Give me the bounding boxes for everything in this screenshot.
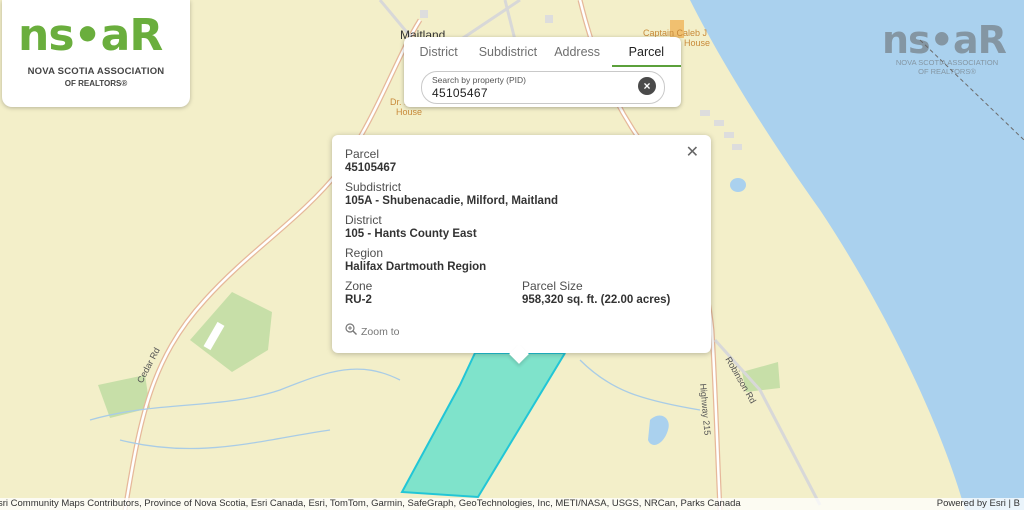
subdistrict-value: 105A - Shubenacadie, Milford, Maitland [345,195,558,207]
tab-district[interactable]: District [404,37,473,67]
zoom-in-icon [345,323,357,338]
subdistrict-label: Subdistrict [345,180,402,194]
parcel-value: 45105467 [345,162,397,174]
pond [730,178,746,192]
district-field: District 105 - Hants County East [345,213,477,240]
parcel-popup: ✕ Parcel 45105467 Subdistrict 105A - Shu… [332,135,711,364]
district-value: 105 - Hants County East [345,228,477,240]
search-input[interactable]: Search by property (PID) 45105467 × [421,71,665,104]
logo-line2: OF REALTORS® [64,79,128,88]
attribution-bar: sri Community Maps Contributors, Provinc… [0,498,1024,510]
tab-parcel[interactable]: Parcel [611,37,681,67]
clear-icon[interactable]: × [638,77,656,95]
region-label: Region [345,246,384,260]
zoom-to-label: Zoom to [361,326,400,338]
logo-wordmark: ns•aR [18,10,163,61]
search-tabs: District Subdistrict Address Parcel [404,37,681,67]
district-label: District [345,213,382,227]
subdistrict-field: Subdistrict 105A - Shubenacadie, Milford… [345,180,558,207]
map-label-captain-house: House [684,38,711,48]
watermark-line2: OF REALTORS® [918,67,976,76]
nsar-watermark: ns•aR NOVA SCOTIA ASSOCIATION OF REALTOR… [882,18,1012,76]
zoom-to-button[interactable]: Zoom to [345,323,400,338]
watermark-line1: NOVA SCOTIA ASSOCIATION [895,58,999,67]
parcel-label: Parcel [345,147,380,161]
logo-line1: NOVA SCOTIA ASSOCIATION [27,66,165,77]
parcel-size-label: Parcel Size [522,279,583,293]
watermark-wordmark: ns•aR [882,18,1007,62]
map-label-dr-house: House [396,107,423,117]
region-value: Halifax Dartmouth Region [345,261,487,273]
parcel-size-field: Parcel Size 958,320 sq. ft. (22.00 acres… [522,279,670,306]
parcel-size-value: 958,320 sq. ft. (22.00 acres) [522,294,671,306]
region-field: Region Halifax Dartmouth Region [345,246,486,273]
search-panel: District Subdistrict Address Parcel Sear… [404,37,681,107]
powered-by-link[interactable]: Powered by Esri | B [937,498,1020,510]
search-value: 45105467 [432,86,488,100]
tab-subdistrict[interactable]: Subdistrict [473,37,542,67]
close-icon[interactable]: ✕ [686,142,699,162]
nsar-logo-card[interactable]: ns•aR NOVA SCOTIA ASSOCIATION OF REALTOR… [2,0,190,107]
zone-value: RU-2 [345,294,372,306]
zone-field: Zone RU-2 [345,279,372,306]
parcel-field: Parcel 45105467 [345,147,396,174]
search-placeholder: Search by property (PID) [432,75,527,85]
attribution-text: sri Community Maps Contributors, Provinc… [0,498,741,509]
tab-address[interactable]: Address [543,37,612,67]
zone-label: Zone [345,279,373,293]
